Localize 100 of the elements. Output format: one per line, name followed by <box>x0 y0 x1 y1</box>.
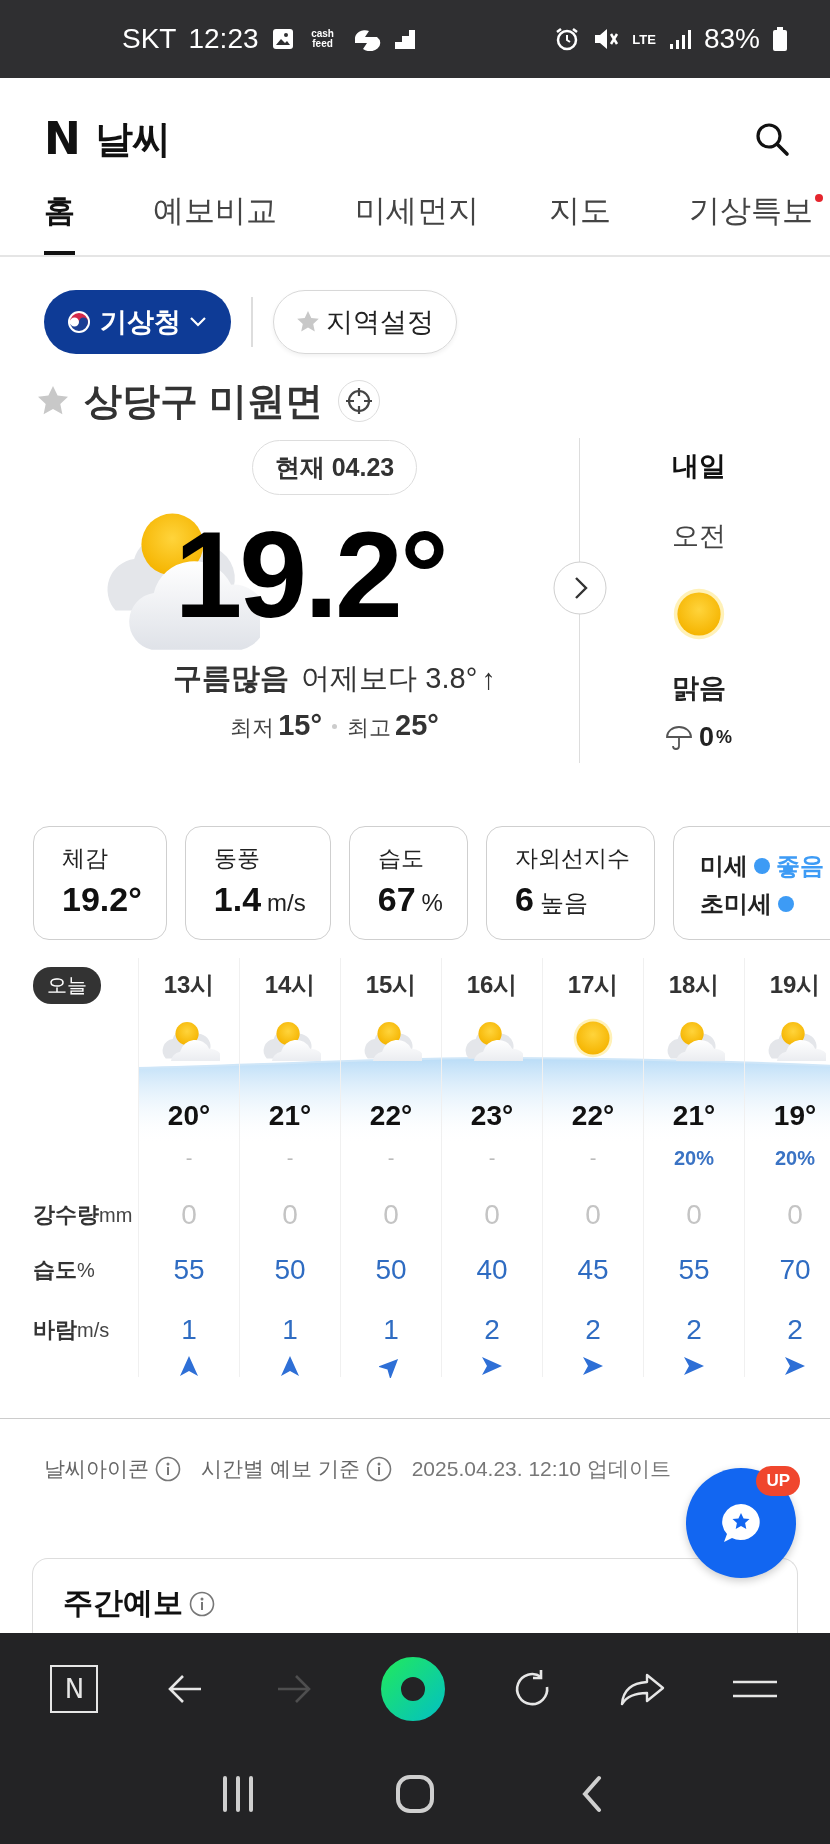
wind-speed: 2 <box>787 1314 803 1346</box>
umbrella-icon <box>664 723 693 752</box>
rainfall-value: 0 <box>383 1199 399 1231</box>
card-label: 체감 <box>62 844 109 873</box>
humidity-value: 45 <box>577 1254 609 1286</box>
info-card[interactable]: 자외선지수 6 높음 <box>485 826 655 940</box>
high-temperature: 25° <box>395 709 439 742</box>
update-badge: UP <box>756 1466 800 1496</box>
home-button[interactable]: N <box>50 1664 99 1713</box>
precipitation-chance: - <box>589 1146 597 1170</box>
precipitation-chance: - <box>387 1146 395 1170</box>
info-card[interactable]: 미세 좋음 초미세 <box>672 826 830 940</box>
tab[interactable]: 기상특보 <box>689 178 813 255</box>
battery-percent: 83% <box>703 23 760 55</box>
precipitation-chance: 20% <box>674 1146 714 1170</box>
rainfall-value: 0 <box>686 1199 702 1231</box>
info-link[interactable]: 시간별 예보 기준 <box>201 1454 392 1483</box>
wind-speed: 1 <box>181 1314 197 1346</box>
air-grade: 좋음 <box>775 851 824 881</box>
rainfall-value: 0 <box>181 1199 197 1231</box>
wind-speed: 2 <box>484 1314 500 1346</box>
card-value: 1.4 <box>213 880 262 919</box>
carrier-name: SKT <box>122 23 177 55</box>
tab[interactable]: 지도 <box>549 178 611 255</box>
row-label: 바람m/s <box>33 1316 110 1344</box>
card-label: 자외선지수 <box>514 844 630 873</box>
hour-label: 18시 <box>668 970 720 1000</box>
tab[interactable]: 미세먼지 <box>355 178 479 255</box>
info-card[interactable]: 체감 19.2° <box>33 826 167 940</box>
humidity-value: 40 <box>476 1254 508 1286</box>
precipitation-chance: - <box>185 1146 193 1170</box>
humidity-value: 70 <box>779 1254 811 1286</box>
card-value: 67 <box>377 880 416 919</box>
separator-dot <box>332 723 337 729</box>
hour-temperature: 19° <box>773 1100 817 1132</box>
clock-time: 12:23 <box>188 23 259 55</box>
chat-star-icon <box>719 1501 763 1545</box>
tab[interactable]: 홈 <box>44 178 75 255</box>
battery-icon <box>772 26 788 52</box>
app-label: cash feed <box>310 29 335 49</box>
star-icon <box>296 310 320 334</box>
tomorrow-title: 내일 <box>671 450 726 483</box>
humidity-value: 50 <box>274 1254 306 1286</box>
hour-temperature: 22° <box>369 1100 413 1132</box>
steps-icon <box>392 27 417 51</box>
card-unit: m/s <box>267 889 306 917</box>
location-name: 상당구 미원면 <box>84 378 323 424</box>
card-label: 동풍 <box>213 844 261 873</box>
logo[interactable]: N <box>44 117 81 161</box>
info-card[interactable]: 동풍 1.4 m/s <box>184 826 331 940</box>
page-title: 날씨 <box>94 116 171 162</box>
search-icon[interactable] <box>754 121 790 157</box>
hour-label: 13시 <box>163 970 215 1000</box>
rainfall-value: 0 <box>787 1199 803 1231</box>
rainfall-value: 0 <box>484 1199 500 1231</box>
signal-icon <box>667 27 692 51</box>
rain-chance: 0 <box>698 722 714 753</box>
hour-label: 17시 <box>567 970 619 1000</box>
high-label: 최고 <box>347 714 391 742</box>
wind-speed: 1 <box>383 1314 399 1346</box>
hour-temperature: 20° <box>167 1100 211 1132</box>
rainfall-value: 0 <box>282 1199 298 1231</box>
info-link[interactable]: 날씨아이콘 <box>44 1454 181 1483</box>
tab[interactable]: 예보비교 <box>153 178 277 255</box>
air-label: 미세 <box>699 851 748 881</box>
card-unit: % <box>421 889 443 917</box>
air-label: 초미세 <box>699 889 772 919</box>
period-label: 오전 <box>671 520 726 553</box>
info-icon <box>365 1455 392 1482</box>
locate-icon[interactable] <box>336 379 381 423</box>
source-button[interactable]: 기상청 <box>44 290 231 354</box>
wind-speed: 1 <box>282 1314 298 1346</box>
row-label: 습도% <box>33 1256 95 1284</box>
info-card[interactable]: 습도 67 % <box>348 826 468 940</box>
hour-temperature: 23° <box>470 1100 514 1132</box>
next-button[interactable] <box>553 561 607 615</box>
rainfall-value: 0 <box>585 1199 601 1231</box>
precipitation-chance: - <box>286 1146 294 1170</box>
hour-temperature: 22° <box>571 1100 615 1132</box>
section-title: 주간예보 <box>63 1585 183 1621</box>
home-icon[interactable] <box>395 1774 435 1814</box>
card-value: 6 <box>514 880 534 919</box>
network-label: LTE <box>632 31 656 47</box>
emblem-icon <box>66 309 92 335</box>
precipitation-chance: - <box>488 1146 496 1170</box>
humidity-value: 50 <box>375 1254 407 1286</box>
hour-label: 19시 <box>769 970 821 1000</box>
hour-label: 16시 <box>466 970 518 1000</box>
wind-speed: 2 <box>585 1314 601 1346</box>
mute-icon <box>592 26 621 52</box>
chevron-down-icon <box>189 316 207 328</box>
ring-icon[interactable] <box>380 1656 445 1721</box>
card-unit: 높음 <box>539 888 588 918</box>
hour-temperature: 21° <box>268 1100 312 1132</box>
low-label: 최저 <box>230 714 275 742</box>
card-value: 19.2° <box>62 880 142 919</box>
row-label: 강수량mm <box>33 1201 133 1229</box>
comparison-text: 어제보다 3.8° <box>301 661 478 696</box>
humidity-value: 55 <box>173 1254 205 1286</box>
info-icon[interactable] <box>189 1590 215 1617</box>
